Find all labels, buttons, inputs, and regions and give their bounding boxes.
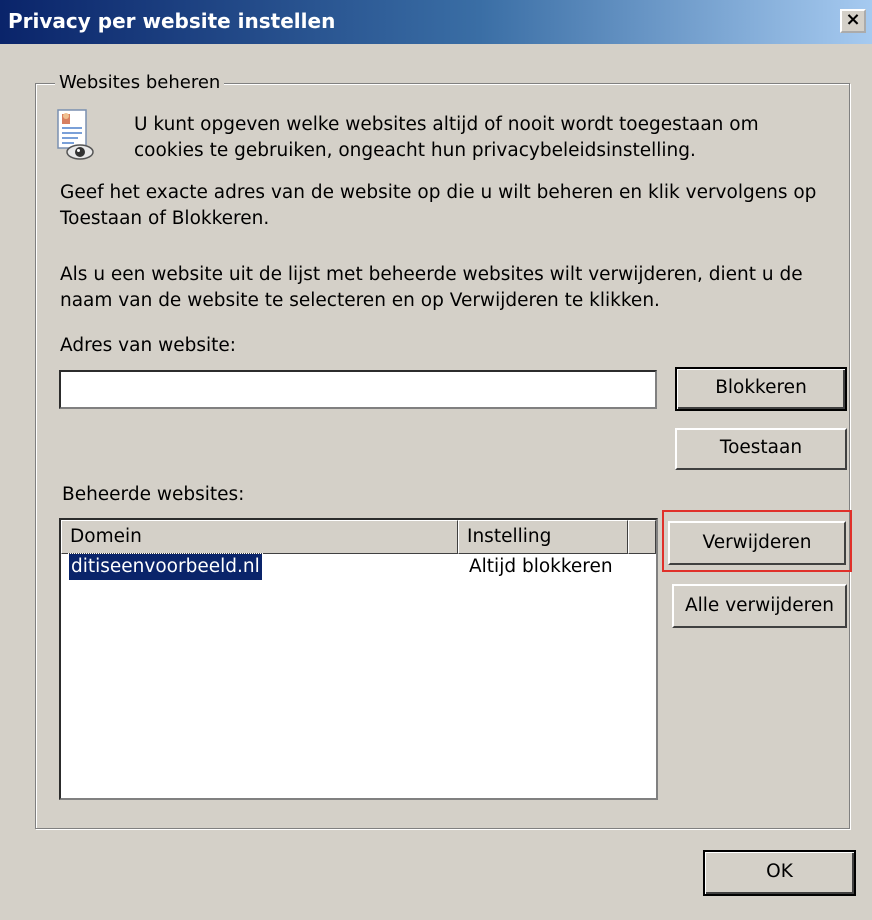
- title-bar: Privacy per website instellen ×: [0, 0, 872, 44]
- column-header-setting[interactable]: Instelling: [458, 520, 628, 554]
- list-item-setting: Altijd blokkeren: [469, 556, 613, 577]
- managed-websites-label: Beheerde websites:: [62, 484, 245, 505]
- instructions-text-2: Als u een website uit de lijst met behee…: [60, 264, 803, 311]
- list-header: Domein Instelling: [61, 520, 656, 554]
- window-title: Privacy per website instellen: [8, 9, 336, 33]
- remove-button[interactable]: Verwijderen: [668, 521, 846, 565]
- website-address-input[interactable]: [59, 370, 657, 409]
- group-label: Websites beheren: [55, 72, 225, 93]
- block-button[interactable]: Blokkeren: [675, 367, 847, 411]
- instructions-text-1: Geef het exacte adres van de website op …: [60, 182, 817, 229]
- list-item-domain: ditiseenvoorbeeld.nl: [68, 553, 263, 581]
- column-header-domain[interactable]: Domein: [61, 520, 458, 554]
- managed-websites-list[interactable]: Domein Instelling ditiseenvoorbeeld.nl A…: [59, 518, 658, 800]
- address-label: Adres van website:: [60, 335, 236, 356]
- intro-text: U kunt opgeven welke websites altijd of …: [134, 114, 759, 161]
- ok-button[interactable]: OK: [703, 850, 856, 896]
- remove-all-button[interactable]: Alle verwijderen: [672, 584, 847, 628]
- column-header-empty: [628, 520, 656, 554]
- allow-button[interactable]: Toestaan: [675, 428, 847, 470]
- list-item[interactable]: ditiseenvoorbeeld.nl Altijd blokkeren: [61, 553, 656, 581]
- close-icon[interactable]: ×: [840, 9, 866, 33]
- privacy-document-eye-icon: [57, 109, 94, 160]
